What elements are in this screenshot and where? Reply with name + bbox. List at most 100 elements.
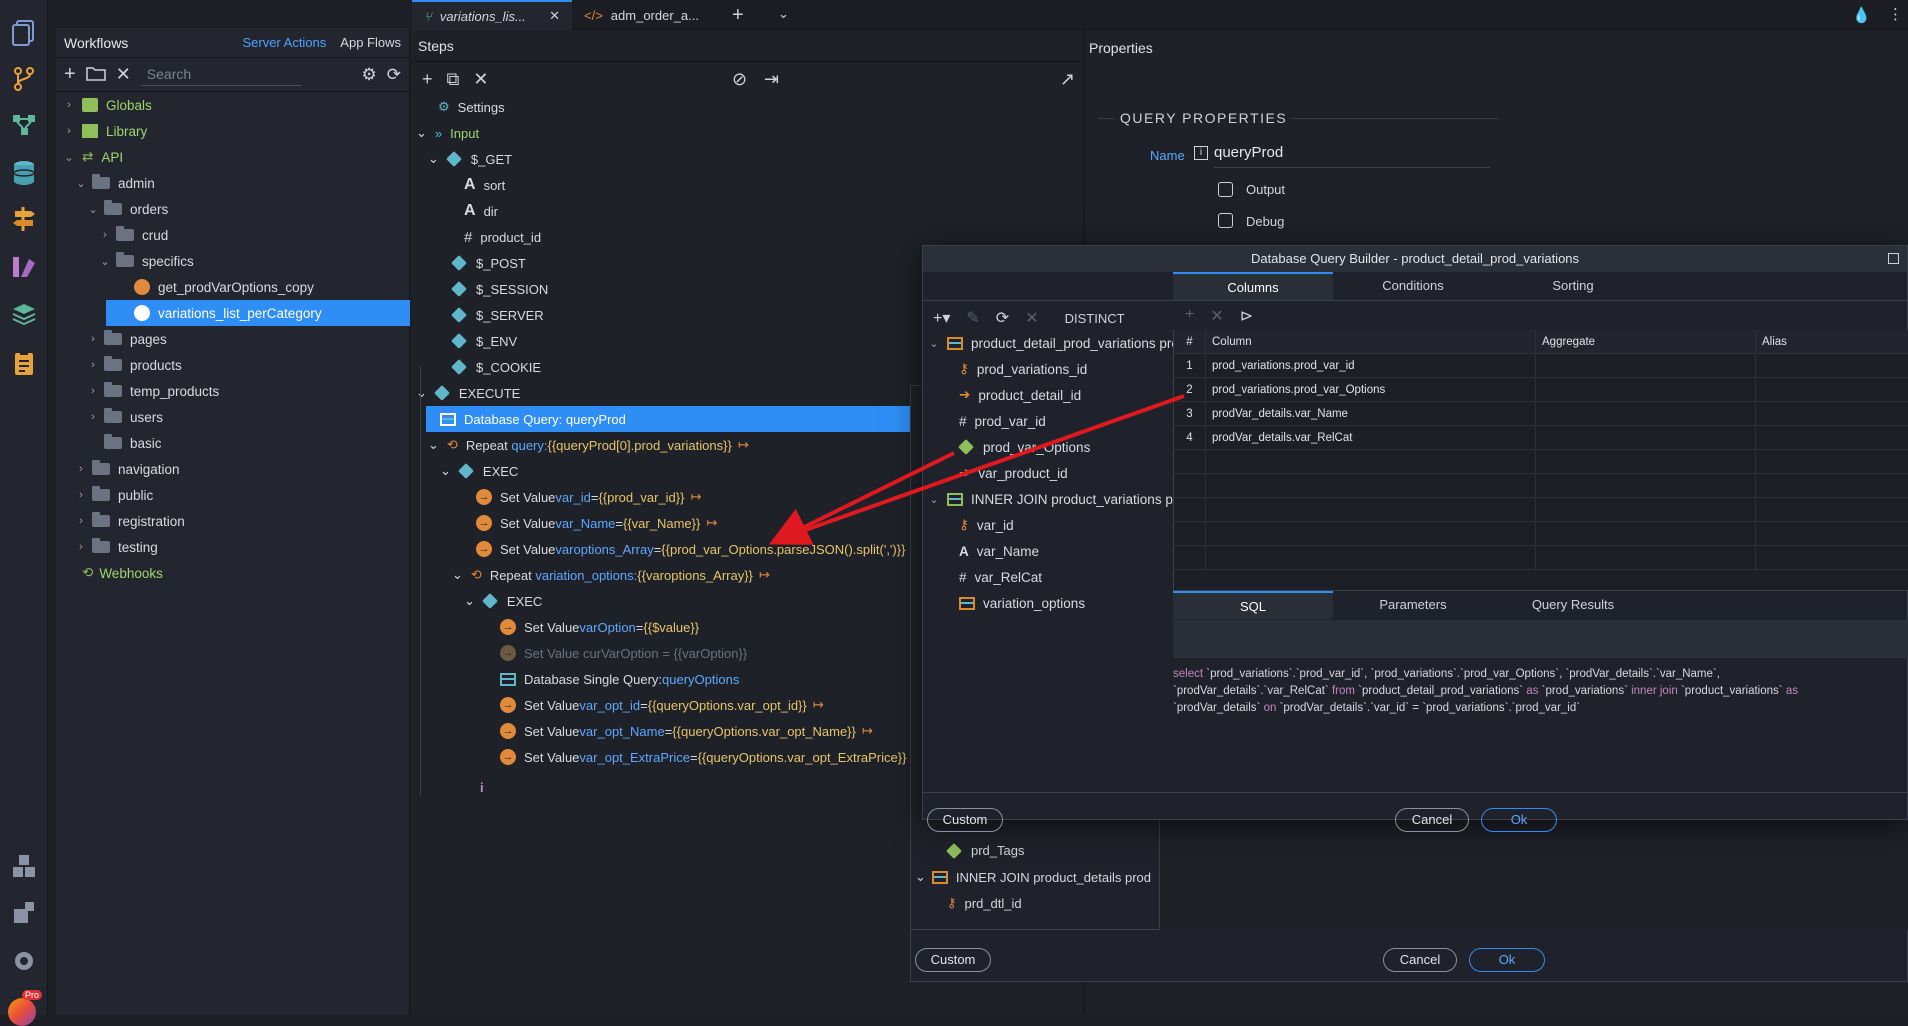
- param-dir[interactable]: Adir: [464, 198, 498, 224]
- remove-icon[interactable]: ✕: [1025, 308, 1038, 328]
- step-db-query[interactable]: Database Query: queryProd: [426, 406, 922, 432]
- edit-icon[interactable]: ✎: [966, 308, 979, 328]
- table-row[interactable]: 1 prod_variations.prod_var_id: [1174, 354, 1908, 378]
- tree-item[interactable]: › products: [86, 352, 182, 378]
- tree-item[interactable]: › registration: [74, 508, 185, 534]
- delete-icon[interactable]: ✕: [116, 64, 131, 85]
- step-repeat-variation-options[interactable]: ⌄ ⟲ Repeat variation_options: {{varoptions…: [452, 562, 770, 588]
- tree-item[interactable]: › temp_products: [86, 378, 219, 404]
- tasks-icon[interactable]: [9, 348, 39, 378]
- step-set-varoptions-array[interactable]: → Set Value varoptions_Array = {{prod_var…: [476, 536, 905, 562]
- routes-icon[interactable]: [9, 204, 39, 234]
- run-icon[interactable]: ⊳: [1240, 306, 1253, 326]
- ok-button[interactable]: Ok: [1481, 808, 1557, 832]
- table-inner-join[interactable]: ⌄ INNER JOIN product_variations pro: [927, 486, 1173, 512]
- refresh-icon[interactable]: ⟳: [387, 65, 401, 85]
- param-product-id[interactable]: # product_id: [464, 224, 541, 250]
- new-folder-icon[interactable]: [85, 65, 106, 84]
- tab-parameters[interactable]: Parameters: [1333, 591, 1493, 619]
- step-repeat-query[interactable]: ⌄ ⟲ Repeat query: {{queryProd[0].prod_vari…: [428, 432, 749, 458]
- custom-button[interactable]: Custom: [927, 808, 1003, 832]
- delete-step-icon[interactable]: ✕: [473, 69, 488, 90]
- step-exec[interactable]: ⌄ EXEC: [440, 458, 518, 484]
- distinct-toggle[interactable]: DISTINCT: [1065, 311, 1125, 326]
- search-input[interactable]: Search: [140, 64, 301, 86]
- tree-item[interactable]: › crud: [98, 222, 168, 248]
- tree-item[interactable]: ⟲ Webhooks: [82, 560, 163, 586]
- field-prod-variations-id[interactable]: ⚷ prod_variations_id: [959, 356, 1087, 382]
- field-variation-options[interactable]: variation_options: [959, 590, 1085, 616]
- tree-item[interactable]: ⌄ ⇄ API: [62, 144, 123, 170]
- field-product-detail-id[interactable]: ➔ product_detail_id: [959, 382, 1081, 408]
- drop-icon[interactable]: 💧: [1852, 6, 1871, 24]
- step-set-var-opt-id[interactable]: → Set Value var_opt_id = {{queryOptions.v…: [500, 692, 824, 718]
- tree-item[interactable]: ⌄ admin: [74, 170, 155, 196]
- tree-item[interactable]: ⌄ orders: [86, 196, 168, 222]
- tree-item[interactable]: › users: [86, 404, 163, 430]
- tree-item[interactable]: › Globals: [62, 92, 152, 118]
- tree-item[interactable]: › pages: [86, 326, 167, 352]
- tab-app-flows[interactable]: App Flows: [340, 35, 401, 50]
- output-checkbox[interactable]: [1218, 182, 1233, 197]
- workflow-icon[interactable]: [9, 110, 39, 140]
- field-prod-var-id[interactable]: # prod_var_id: [959, 408, 1046, 434]
- outer-cancel-button[interactable]: Cancel: [1383, 948, 1457, 972]
- layers-icon[interactable]: [9, 300, 39, 330]
- share-icon[interactable]: ↗: [1060, 69, 1075, 90]
- step-execute[interactable]: ⌄ EXECUTE: [416, 380, 520, 406]
- field-var-product-id[interactable]: ➔ var_product_id: [959, 460, 1068, 486]
- tab-variations-list[interactable]: ⑂ variations_lis... ✕: [412, 0, 572, 30]
- export-icon[interactable]: ⇥: [764, 69, 779, 90]
- debug-checkbox[interactable]: [1218, 213, 1233, 228]
- outer-field-prd-dtl-id[interactable]: ⚷ prd_dtl_id: [947, 895, 1022, 911]
- settings-gear-icon[interactable]: [9, 946, 39, 976]
- chevron-down-icon[interactable]: ⌄: [778, 6, 789, 22]
- step-session[interactable]: $_SESSION: [451, 276, 548, 302]
- add-column-icon[interactable]: +: [1185, 306, 1194, 326]
- step-input[interactable]: ⌄» Input: [416, 120, 479, 146]
- field-var-name[interactable]: Avar_Name: [959, 538, 1039, 564]
- tree-item[interactable]: ⌄ specifics: [98, 248, 194, 274]
- table-row[interactable]: 3 prodVar_details.var_Name: [1174, 402, 1908, 426]
- step-set-var-id[interactable]: → Set Value var_id = {{prod_var_id}} ↦: [476, 484, 701, 510]
- packages-icon[interactable]: [9, 852, 39, 882]
- maximize-icon[interactable]: [1888, 253, 1899, 264]
- cancel-button[interactable]: Cancel: [1395, 808, 1469, 832]
- info-icon[interactable]: i: [480, 774, 484, 800]
- step-set-var-opt-extraprice[interactable]: → Set Value var_opt_ExtraPrice = {{queryO…: [500, 744, 920, 770]
- add-step-icon[interactable]: +: [422, 69, 433, 90]
- step-post[interactable]: $_POST: [451, 250, 526, 276]
- step-exec-inner[interactable]: ⌄ EXEC: [464, 588, 542, 614]
- step-set-varoption[interactable]: → Set Value varOption = {{$value}}: [500, 614, 699, 640]
- close-icon[interactable]: ✕: [549, 8, 560, 24]
- step-set-var-opt-name[interactable]: → Set Value var_opt_Name = {{queryOptions…: [500, 718, 873, 744]
- step-get[interactable]: ⌄ $_GET: [428, 146, 512, 172]
- tree-item[interactable]: › testing: [74, 534, 158, 560]
- more-icon[interactable]: ⋮: [1888, 5, 1903, 23]
- database-icon[interactable]: [9, 158, 39, 188]
- remove-column-icon[interactable]: ✕: [1210, 306, 1223, 326]
- extensions-icon[interactable]: [9, 898, 39, 928]
- outer-inner-join[interactable]: ⌄ INNER JOIN product_details prod: [915, 869, 1151, 885]
- param-sort[interactable]: Asort: [464, 172, 505, 198]
- tree-item[interactable]: basic: [86, 430, 162, 456]
- tab-conditions[interactable]: Conditions: [1333, 272, 1493, 300]
- field-var-relcat[interactable]: # var_RelCat: [959, 564, 1042, 590]
- new-tab-icon[interactable]: +: [732, 4, 744, 27]
- step-env[interactable]: $_ENV: [451, 328, 517, 354]
- tab-adm-order[interactable]: </> adm_order_a...: [572, 0, 722, 30]
- tab-sql[interactable]: SQL: [1173, 591, 1333, 619]
- tree-item[interactable]: › navigation: [74, 456, 180, 482]
- disable-icon[interactable]: ⊘: [732, 69, 747, 90]
- field-var-id[interactable]: ⚷ var_id: [959, 512, 1014, 538]
- tab-server-actions[interactable]: Server Actions: [242, 35, 326, 50]
- outer-ok-button[interactable]: Ok: [1469, 948, 1545, 972]
- step-db-single-query[interactable]: Database Single Query: queryOptions: [500, 666, 739, 692]
- tab-sorting[interactable]: Sorting: [1493, 272, 1653, 300]
- add-icon[interactable]: +: [64, 63, 76, 86]
- step-server[interactable]: $_SERVER: [451, 302, 544, 328]
- copy-icon[interactable]: ⧉: [447, 69, 460, 90]
- table-row[interactable]: 4 prodVar_details.var_RelCat: [1174, 426, 1908, 450]
- tree-item[interactable]: › Library: [62, 118, 147, 144]
- info-icon[interactable]: i: [1194, 146, 1208, 160]
